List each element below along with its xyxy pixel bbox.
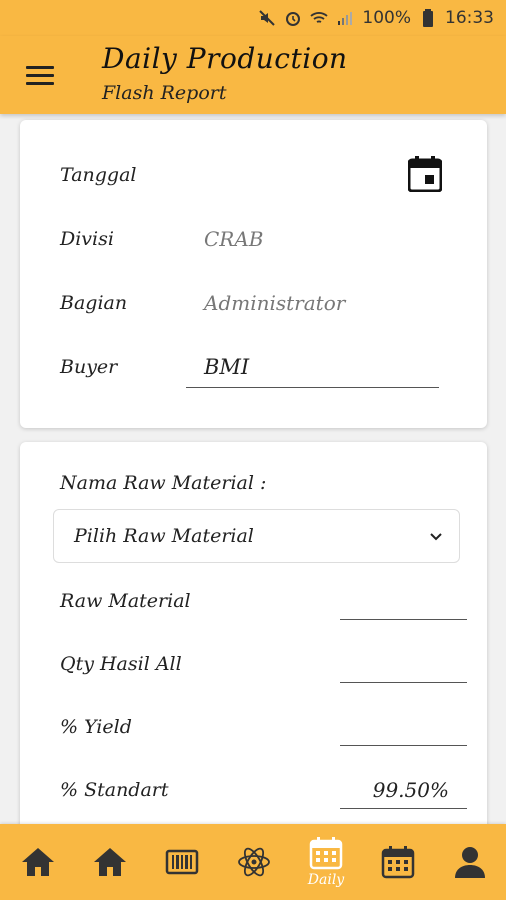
qty-input[interactable] [340, 643, 467, 683]
bottom-nav: Daily [0, 824, 506, 900]
raw-material-dropdown-value: Pilih Raw Material [74, 525, 254, 547]
yield-label: % Yield [60, 716, 132, 738]
battery-icon [419, 9, 437, 27]
nav-atom[interactable] [218, 824, 290, 900]
raw-material-input[interactable] [340, 580, 467, 620]
page-title: Daily Production [102, 42, 348, 75]
signal-icon [336, 9, 354, 27]
raw-material-label: Raw Material [60, 590, 191, 612]
bagian-value: Administrator [204, 291, 346, 315]
buyer-label: Buyer [60, 356, 118, 378]
alarm-icon [284, 9, 302, 27]
chevron-down-icon [430, 533, 442, 541]
raw-material-dropdown[interactable]: Pilih Raw Material [53, 509, 460, 563]
tanggal-label: Tanggal [60, 164, 137, 186]
page-subtitle: Flash Report [102, 82, 227, 104]
calendar-icon[interactable] [407, 156, 443, 193]
yield-input[interactable] [340, 706, 467, 746]
app-bar: Daily Production Flash Report [0, 36, 506, 114]
home-icon [22, 848, 54, 876]
clock: 16:33 [445, 8, 494, 28]
raw-material-section-label: Nama Raw Material : [60, 472, 267, 494]
home-icon [94, 848, 126, 876]
battery-percent: 100% [362, 8, 411, 28]
info-card: Tanggal Divisi CRAB Bagian Administrator… [20, 120, 487, 428]
buyer-field[interactable]: BMI [186, 348, 439, 388]
nav-home-1[interactable] [2, 824, 74, 900]
calendar-icon [381, 846, 415, 879]
wifi-icon [310, 9, 328, 27]
mute-icon [258, 9, 276, 27]
menu-icon[interactable] [26, 66, 54, 86]
divisi-label: Divisi [60, 228, 114, 250]
nav-barcode[interactable] [146, 824, 218, 900]
nav-daily-label: Daily [307, 872, 345, 888]
raw-material-card: Nama Raw Material : Pilih Raw Material R… [20, 442, 487, 842]
bagian-label: Bagian [60, 292, 128, 314]
atom-icon [238, 847, 270, 877]
barcode-icon [165, 849, 199, 875]
status-bar: 100% 16:33 [0, 0, 506, 36]
qty-label: Qty Hasil All [60, 653, 182, 675]
nav-home-2[interactable] [74, 824, 146, 900]
nav-daily[interactable]: Daily [290, 824, 362, 900]
standart-input[interactable]: 99.50% [340, 769, 467, 809]
calendar-icon [309, 837, 343, 870]
standart-label: % Standart [60, 779, 169, 801]
divisi-value: CRAB [204, 227, 264, 251]
nav-calendar[interactable] [362, 824, 434, 900]
nav-profile[interactable] [434, 824, 506, 900]
person-icon [455, 847, 485, 878]
